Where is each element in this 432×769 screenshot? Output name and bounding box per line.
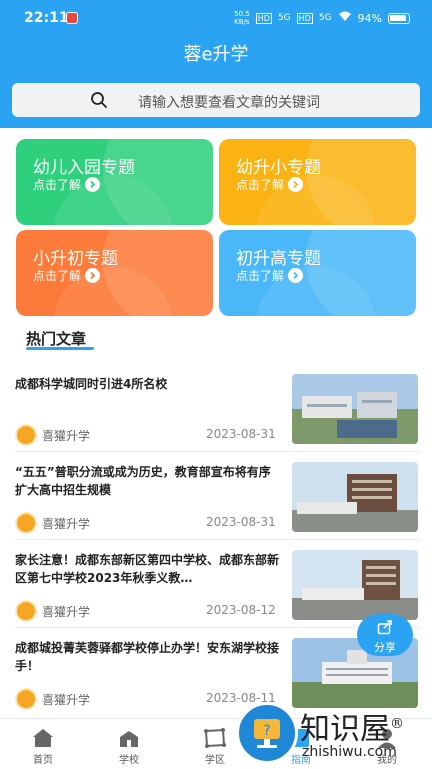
topic-link[interactable]: 点击了解 bbox=[33, 176, 101, 193]
hd-badge-1: HD bbox=[255, 12, 272, 24]
chevron-right-icon bbox=[85, 177, 101, 192]
chevron-right-icon bbox=[288, 268, 304, 283]
share-label: 分享 bbox=[374, 641, 396, 654]
topic-title: 小升初专题 bbox=[33, 249, 118, 269]
divider bbox=[15, 451, 421, 452]
signal-icon-2: 5G bbox=[318, 13, 332, 23]
header-bar: 22:11 50.5 KB/s HD 5G HD 5G 94% 蓉e升学 请输入… bbox=[0, 0, 432, 128]
topic-link[interactable]: 点击了解 bbox=[236, 267, 304, 284]
wifi-icon bbox=[338, 11, 352, 25]
author-avatar bbox=[15, 688, 37, 710]
topic-card-kindergarten[interactable]: 幼儿入园专题 点击了解 bbox=[16, 139, 213, 225]
signal-icon-1: 5G bbox=[277, 13, 291, 23]
article-thumbnail bbox=[292, 374, 418, 444]
share-icon bbox=[377, 619, 393, 638]
battery-percent: 94% bbox=[357, 11, 382, 25]
search-icon bbox=[90, 91, 108, 109]
article-title: 成都城投菁芙蓉驿都学校停止办学！安东湖学校接手！ bbox=[15, 641, 280, 673]
status-time: 22:11 bbox=[24, 10, 69, 26]
article-author: 喜獾升学 bbox=[42, 517, 91, 531]
author-avatar bbox=[15, 600, 37, 622]
share-button[interactable]: 分享 bbox=[357, 614, 413, 656]
section-underline bbox=[26, 347, 94, 350]
tab-home[interactable]: 首页 bbox=[0, 719, 86, 769]
topic-card-primary[interactable]: 幼升小专题 点击了解 bbox=[219, 139, 416, 225]
district-icon bbox=[203, 727, 227, 749]
battery-icon bbox=[388, 12, 410, 24]
school-icon bbox=[117, 727, 141, 749]
article-author: 喜獾升学 bbox=[42, 429, 91, 443]
topic-link-label: 点击了解 bbox=[236, 269, 285, 283]
tab-school[interactable]: 学校 bbox=[86, 719, 172, 769]
topic-link-label: 点击了解 bbox=[33, 178, 82, 192]
network-speed: 50.5 KB/s bbox=[234, 10, 250, 26]
article-date: 2023-08-31 bbox=[206, 515, 276, 529]
search-input[interactable]: 请输入想要查看文章的关键词 bbox=[12, 83, 420, 117]
status-indicators: 50.5 KB/s HD 5G HD 5G 94% bbox=[234, 10, 410, 26]
page-title: 蓉e升学 bbox=[183, 44, 249, 65]
section-title: 热门文章 bbox=[26, 330, 87, 348]
topic-title: 幼儿入园专题 bbox=[33, 158, 135, 178]
topic-card-senior[interactable]: 初升高专题 点击了解 bbox=[219, 230, 416, 316]
divider bbox=[15, 539, 421, 540]
article-item[interactable]: “五五”普职分流或成为历史，教育部宣布将有序扩大高中招生规模 喜獾升学 2023… bbox=[0, 462, 432, 550]
article-author: 喜獾升学 bbox=[42, 605, 91, 619]
search-placeholder: 请输入想要查看文章的关键词 bbox=[138, 95, 320, 111]
watermark-text: 知识屋® bbox=[300, 712, 404, 747]
topic-title: 初升高专题 bbox=[236, 249, 321, 269]
article-date: 2023-08-31 bbox=[206, 427, 276, 441]
article-thumbnail bbox=[292, 462, 418, 532]
article-title: 成都科学城同时引进4所名校 bbox=[15, 377, 168, 391]
svg-text:?: ? bbox=[263, 723, 270, 739]
topic-title: 幼升小专题 bbox=[236, 158, 321, 178]
watermark-url: zhishiwu.com bbox=[302, 744, 397, 760]
author-avatar bbox=[15, 424, 37, 446]
chevron-right-icon bbox=[85, 268, 101, 283]
status-bar: 22:11 50.5 KB/s HD 5G HD 5G 94% bbox=[0, 0, 432, 36]
article-title: 家长注意！成都东部新区第四中学校、成都东部新区第七中学校2023年秋季义教… bbox=[15, 553, 280, 585]
topic-link[interactable]: 点击了解 bbox=[236, 176, 304, 193]
topic-link-label: 点击了解 bbox=[33, 269, 82, 283]
topic-card-junior[interactable]: 小升初专题 点击了解 bbox=[16, 230, 213, 316]
hd-badge-2: HD bbox=[296, 12, 313, 24]
author-avatar bbox=[15, 512, 37, 534]
topic-link[interactable]: 点击了解 bbox=[33, 267, 101, 284]
topic-link-label: 点击了解 bbox=[236, 178, 285, 192]
home-icon bbox=[31, 727, 55, 749]
tab-label: 首页 bbox=[33, 755, 53, 766]
article-thumbnail bbox=[292, 550, 418, 620]
watermark-logo: ? bbox=[236, 702, 298, 764]
chevron-right-icon bbox=[288, 177, 304, 192]
article-date: 2023-08-12 bbox=[206, 603, 276, 617]
app-notification-icon bbox=[66, 12, 78, 24]
article-title: “五五”普职分流或成为历史，教育部宣布将有序扩大高中招生规模 bbox=[15, 465, 271, 497]
article-item[interactable]: 成都科学城同时引进4所名校 喜獾升学 2023-08-31 bbox=[0, 374, 432, 462]
article-author: 喜獾升学 bbox=[42, 693, 91, 707]
tab-label: 学校 bbox=[119, 755, 139, 766]
